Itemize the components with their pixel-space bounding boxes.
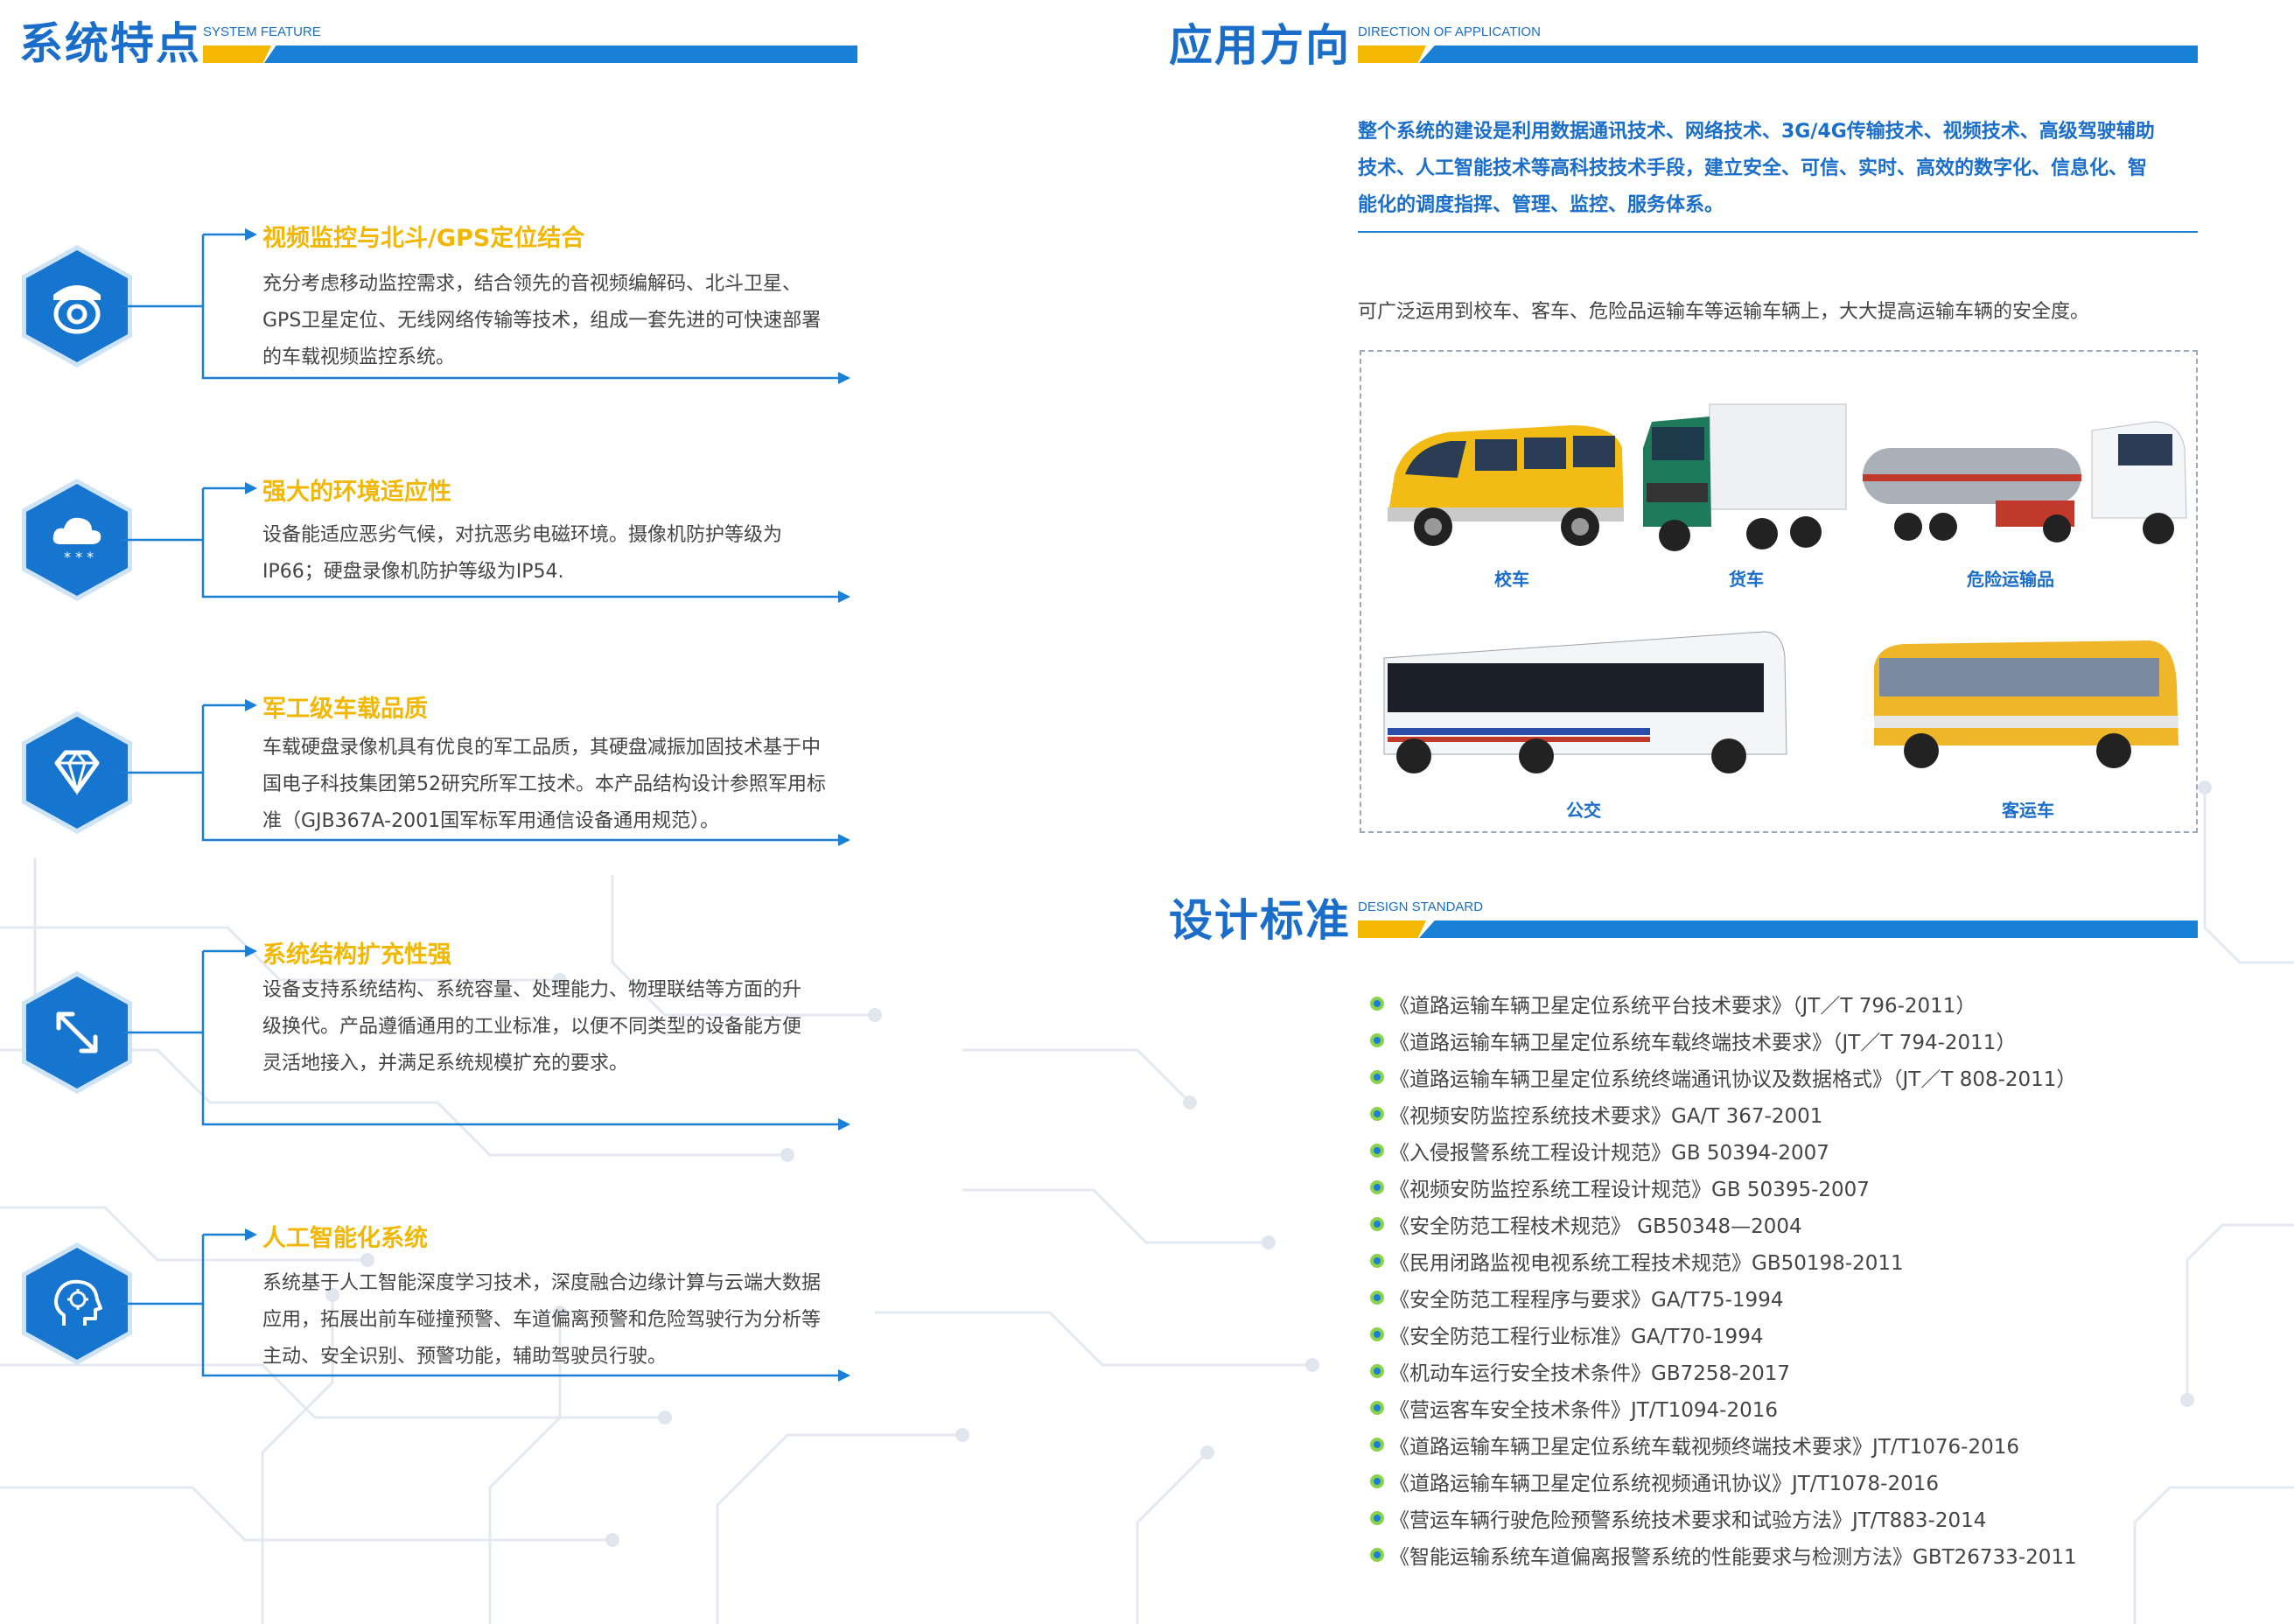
bullet-icon [1370,1291,1384,1305]
bullet-icon [1370,1107,1384,1121]
standard-item: 《安全防范工程枝术规范》 GB50348—2004 [1370,1209,1802,1239]
city-bus-image [1383,631,1787,774]
bullet-icon [1370,1474,1384,1488]
bullet-icon [1370,1180,1384,1194]
intro-line: 整个系统的建设是利用数据通讯技术、网络技术、3G/4G传输技术、视频技术、高级驾… [1358,121,2155,143]
standard-item: 《营运客车安全技术条件》JT/T1094-2016 [1370,1393,1778,1423]
standard-item: 《道路运输车辆卫星定位系统平台技术要求》（JT／T 796-2011） [1370,989,1976,1018]
application-text: 可广泛运用到校车、客车、危险品运输车等运输车辆上，大大提高运输车辆的安全度。 [1358,301,2090,323]
title-bar-blue [1419,46,2198,63]
feature-connectors [121,228,850,1382]
standard-item: 《入侵报警系统工程设计规范》GB 50394-2007 [1370,1136,1829,1166]
application-intro: 整个系统的建设是利用数据通讯技术、网络技术、3G/4G传输技术、视频技术、高级驾… [1358,114,2215,224]
bullet-icon [1370,1033,1384,1047]
title-bar-yellow [1358,920,1426,938]
bullet-icon [1370,1327,1384,1341]
bullet-icon [1370,1511,1384,1525]
section-subtitle-application: DIRECTION OF APPLICATION [1358,24,1541,39]
bullet-icon [1370,1217,1384,1231]
section-title-application: 应用方向 [1169,20,1351,71]
bullet-icon [1370,1364,1384,1378]
standard-item: 《道路运输车辆卫星定位系统视频通讯协议》JT/T1078-2016 [1370,1466,1939,1496]
bullet-icon [1370,997,1384,1011]
standard-item: 《智能运输系统车道偏离报警系统的性能要求与检测方法》GBT26733-2011 [1370,1540,2077,1570]
standard-item: 《营运车辆行驶危险预警系统技术要求和试验方法》JT/T883-2014 [1370,1503,1986,1533]
section-title-standards: 设计标准 [1169,895,1351,946]
title-bar-yellow [1358,46,1426,63]
standard-item: 《民用闭路监视电视系统工程技术规范》GB50198-2011 [1370,1246,1904,1276]
standard-item: 《道路运输车辆卫星定位系统车载视频终端技术要求》JT/T1076-2016 [1370,1430,2019,1460]
vehicle-label: 客运车 [2002,800,2054,821]
section-subtitle-standards: DESIGN STANDARD [1358,900,1484,914]
coach-bus-image [1874,640,2179,768]
standard-item: 《安全防范工程程序与要求》GA/T75-1994 [1370,1283,1783,1312]
intro-line: 技术、人工智能技术等高科技技术手段，建立安全、可信、实时、高效的数字化、信息化、… [1358,158,2148,179]
bullet-icon [1370,1548,1384,1562]
school-bus-image [1388,425,1624,546]
intro-divider [1358,231,2198,233]
vehicle-gallery: 校车 货车 危险运输品 公交 客运车 [1360,350,2198,833]
bullet-icon [1370,1254,1384,1268]
standard-item: 《视频安防监控系统工程设计规范》GB 50395-2007 [1370,1172,1870,1202]
intro-line: 能化的调度指挥、管理、监控、服务体系。 [1358,194,1724,216]
title-bar-blue [1419,920,2198,938]
cargo-truck-image [1643,403,1847,551]
standard-item: 《安全防范工程行业标准》GA/T70-1994 [1370,1320,1763,1349]
bullet-icon [1370,1144,1384,1158]
standard-item: 《道路运输车辆卫星定位系统车载终端技术要求》（JT／T 794-2011） [1370,1026,2016,1055]
tanker-truck-image [1863,421,2187,544]
bullet-icon [1370,1070,1384,1084]
bullet-icon [1370,1438,1384,1452]
vehicle-label: 公交 [1566,800,1601,821]
standard-item: 《机动车运行安全技术条件》GB7258-2017 [1370,1356,1790,1386]
bullet-icon [1370,1401,1384,1415]
standard-item: 《视频安防监控系统技术要求》GA/T 367-2001 [1370,1099,1822,1129]
standard-item: 《道路运输车辆卫星定位系统终端通讯协议及数据格式》（JT／T 808-2011） [1370,1062,2076,1092]
